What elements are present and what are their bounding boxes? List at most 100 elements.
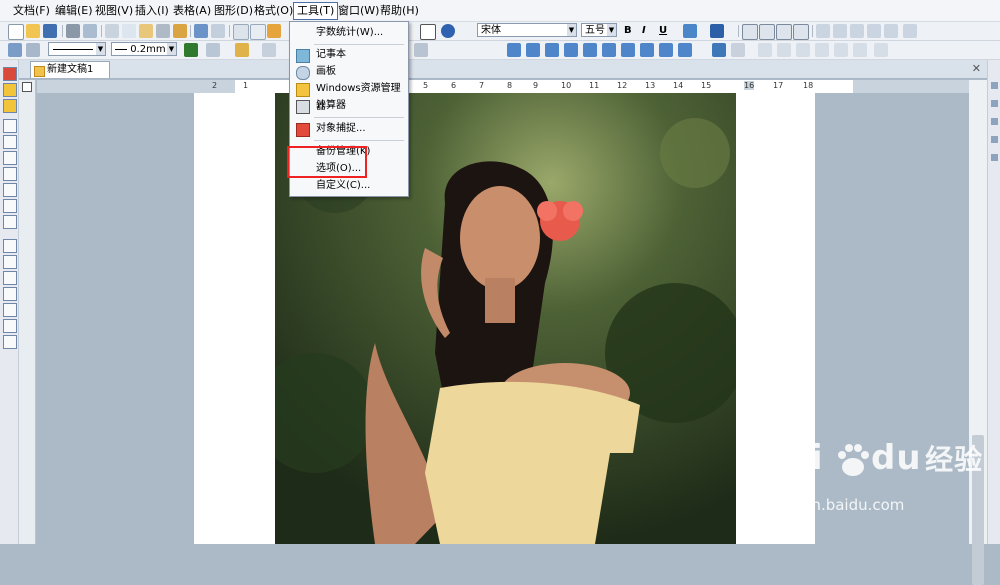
chevron-down-icon[interactable]: ▼ xyxy=(567,24,576,36)
line-spacing-icon[interactable] xyxy=(884,24,898,38)
tab-new-document[interactable]: 新建文稿1 xyxy=(30,61,110,78)
snap-point-icon[interactable] xyxy=(3,119,17,133)
align-object-6-icon[interactable] xyxy=(602,43,616,57)
save-icon[interactable] xyxy=(43,24,57,38)
align-center-icon[interactable] xyxy=(759,24,775,40)
bullet-list-icon[interactable] xyxy=(816,24,830,38)
align-object-1-icon[interactable] xyxy=(507,43,521,57)
frame-icon[interactable] xyxy=(262,43,276,57)
shadow-icon[interactable] xyxy=(235,43,249,57)
paragraph-icon[interactable] xyxy=(903,24,917,38)
order-6-icon[interactable] xyxy=(853,43,867,57)
font-color-icon[interactable] xyxy=(710,24,724,38)
italic-button[interactable]: I xyxy=(642,24,646,38)
menu-graphics[interactable]: 图形(D) xyxy=(211,3,256,19)
snap-tangent-icon[interactable] xyxy=(3,287,17,301)
align-right-icon[interactable] xyxy=(776,24,792,40)
font-name-select[interactable]: 宋体 ▼ xyxy=(477,23,577,37)
order-4-icon[interactable] xyxy=(815,43,829,57)
snap-parallel-icon[interactable] xyxy=(3,319,17,333)
highlight-icon[interactable] xyxy=(683,24,697,38)
delete-icon[interactable] xyxy=(156,24,170,38)
align-object-9-icon[interactable] xyxy=(659,43,673,57)
insert-symbol-icon[interactable] xyxy=(420,24,436,40)
snap-intersection-icon[interactable] xyxy=(3,215,17,229)
menu-file[interactable]: 文档(F) xyxy=(10,3,53,19)
panel-icon[interactable] xyxy=(991,154,998,161)
snap-end-icon[interactable] xyxy=(3,135,17,149)
order-1-icon[interactable] xyxy=(758,43,772,57)
draw-icon[interactable] xyxy=(8,43,22,57)
tool-icon[interactable] xyxy=(3,99,17,113)
justify-icon[interactable] xyxy=(793,24,809,40)
snap-none-icon[interactable] xyxy=(3,335,17,349)
menu-tools[interactable]: 工具(T) xyxy=(293,2,339,20)
chevron-down-icon[interactable]: ▼ xyxy=(607,24,616,36)
font-size-select[interactable]: 五号 ▼ xyxy=(581,23,617,37)
menu-item-word-count[interactable]: 字数统计(W)... xyxy=(291,24,407,42)
insert-table-icon[interactable] xyxy=(250,24,266,40)
close-icon[interactable]: ✕ xyxy=(972,62,981,75)
menu-format[interactable]: 格式(O) xyxy=(251,3,296,19)
increase-indent-icon[interactable] xyxy=(867,24,881,38)
insert-image-icon[interactable] xyxy=(233,24,249,40)
align-left-icon[interactable] xyxy=(742,24,758,40)
group-icon[interactable] xyxy=(712,43,726,57)
menu-item-calculator[interactable]: 计算器 xyxy=(291,97,407,115)
cut-icon[interactable] xyxy=(105,24,119,38)
copy-icon[interactable] xyxy=(122,24,136,38)
ungroup-icon[interactable] xyxy=(731,43,745,57)
undo-icon[interactable] xyxy=(194,24,208,38)
snap-quadrant-icon[interactable] xyxy=(3,199,17,213)
fill-icon[interactable] xyxy=(206,43,220,57)
snap-nearest-icon[interactable] xyxy=(3,303,17,317)
magnet-icon[interactable] xyxy=(3,67,17,81)
new-document-icon[interactable] xyxy=(8,24,24,40)
align-object-4-icon[interactable] xyxy=(564,43,578,57)
menu-item-explorer[interactable]: Windows资源管理器 xyxy=(291,80,407,112)
menu-item-customize[interactable]: 自定义(C)... xyxy=(291,177,407,195)
line-style-select[interactable]: ▼ xyxy=(48,42,106,56)
menu-edit[interactable]: 编辑(E) xyxy=(52,3,96,19)
align-object-10-icon[interactable] xyxy=(678,43,692,57)
menu-item-object-snap[interactable]: 对象捕捉... xyxy=(291,120,407,138)
menu-item-notepad[interactable]: 记事本 xyxy=(291,46,407,64)
panel-icon[interactable] xyxy=(991,118,998,125)
shape-icon[interactable] xyxy=(414,43,428,57)
print-icon[interactable] xyxy=(66,24,80,38)
menu-table[interactable]: 表格(A) xyxy=(170,3,214,19)
underline-button[interactable]: U xyxy=(659,24,667,38)
order-2-icon[interactable] xyxy=(777,43,791,57)
align-object-2-icon[interactable] xyxy=(526,43,540,57)
menu-insert[interactable]: 插入(I) xyxy=(132,3,172,19)
order-7-icon[interactable] xyxy=(874,43,888,57)
align-object-7-icon[interactable] xyxy=(621,43,635,57)
order-3-icon[interactable] xyxy=(796,43,810,57)
menu-item-paint[interactable]: 画板 xyxy=(291,63,407,81)
panel-icon[interactable] xyxy=(991,100,998,107)
panel-icon[interactable] xyxy=(991,82,998,89)
select-icon[interactable] xyxy=(26,43,40,57)
tab-stop-icon[interactable] xyxy=(22,82,32,92)
panel-icon[interactable] xyxy=(991,136,998,143)
decrease-indent-icon[interactable] xyxy=(850,24,864,38)
chevron-down-icon[interactable]: ▼ xyxy=(96,43,105,55)
order-5-icon[interactable] xyxy=(834,43,848,57)
snap-perpendicular-icon[interactable] xyxy=(3,271,17,285)
help-icon[interactable] xyxy=(441,24,455,38)
snap-insert-icon[interactable] xyxy=(3,255,17,269)
align-object-5-icon[interactable] xyxy=(583,43,597,57)
print-preview-icon[interactable] xyxy=(83,24,97,38)
snap-center-icon[interactable] xyxy=(3,167,17,181)
menu-window[interactable]: 窗口(W) xyxy=(335,3,382,19)
chevron-down-icon[interactable]: ▼ xyxy=(167,43,176,55)
pen-color-icon[interactable] xyxy=(184,43,198,57)
bold-button[interactable]: B xyxy=(624,24,632,38)
line-width-select[interactable]: 0.2mm ▼ xyxy=(111,42,177,56)
object-icon[interactable] xyxy=(267,24,281,38)
snap-mid-icon[interactable] xyxy=(3,151,17,165)
snap-node-icon[interactable] xyxy=(3,183,17,197)
redo-icon[interactable] xyxy=(211,24,225,38)
menu-view[interactable]: 视图(V) xyxy=(92,3,136,19)
paste-icon[interactable] xyxy=(139,24,153,38)
